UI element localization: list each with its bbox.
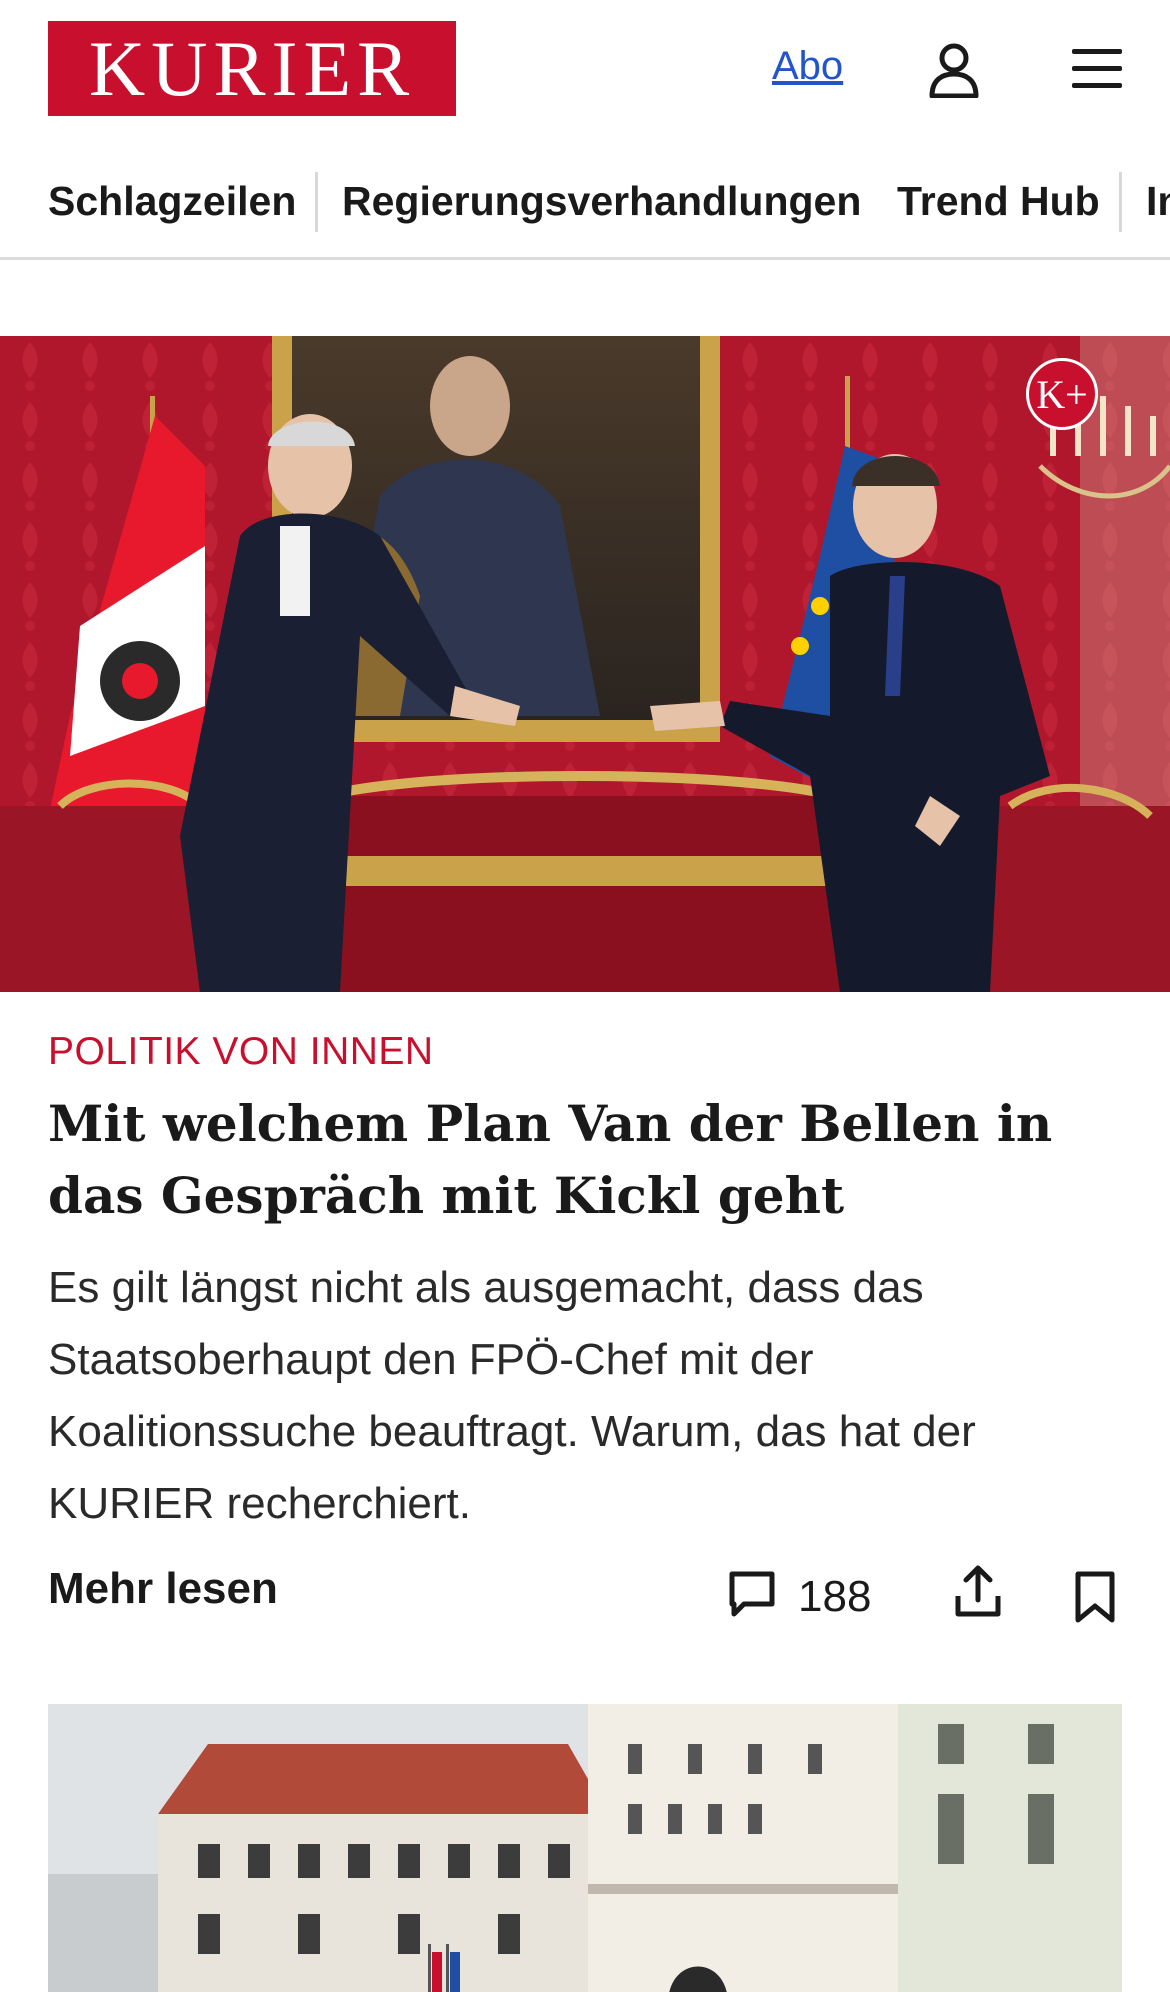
article-teaser[interactable]: Es gilt längst nicht als ausgemacht, das… bbox=[48, 1252, 1128, 1540]
nav-item-schlagzeilen[interactable]: Schlagzeilen bbox=[48, 178, 296, 225]
share-icon[interactable] bbox=[952, 1564, 1004, 1620]
nav-item-regierungsverhandlungen[interactable]: Regierungsverhandlungen bbox=[342, 178, 861, 225]
second-article-image[interactable] bbox=[48, 1704, 1122, 1992]
comment-icon bbox=[726, 1568, 778, 1625]
section-nav: Schlagzeilen Regierungsverhandlungen Tre… bbox=[0, 160, 1170, 260]
user-icon[interactable] bbox=[928, 42, 980, 99]
nav-divider bbox=[1119, 172, 1122, 232]
hero-image[interactable] bbox=[0, 336, 1170, 992]
hamburger-menu-icon[interactable] bbox=[1070, 46, 1124, 92]
nav-item-trend-hub[interactable]: Trend Hub bbox=[897, 178, 1100, 225]
comments-button[interactable]: 188 bbox=[726, 1568, 871, 1625]
bookmark-icon[interactable] bbox=[1074, 1570, 1116, 1624]
article-headline[interactable]: Mit welchem Plan Van der Bellen in das G… bbox=[48, 1088, 1128, 1232]
site-header: KURIER Abo bbox=[0, 0, 1170, 140]
abo-link[interactable]: Abo bbox=[772, 44, 843, 89]
page: KURIER Abo Schlagzeilen Regierungsverhan… bbox=[0, 0, 1170, 1992]
read-more-link[interactable]: Mehr lesen bbox=[48, 1564, 278, 1614]
nav-divider bbox=[315, 172, 318, 232]
comment-count: 188 bbox=[798, 1571, 872, 1621]
nav-item-partial[interactable]: In bbox=[1146, 178, 1170, 225]
article-kicker[interactable]: POLITIK VON INNEN bbox=[48, 1030, 434, 1074]
kplus-premium-badge: K+ bbox=[1026, 358, 1098, 430]
kurier-logo[interactable]: KURIER bbox=[48, 21, 456, 116]
